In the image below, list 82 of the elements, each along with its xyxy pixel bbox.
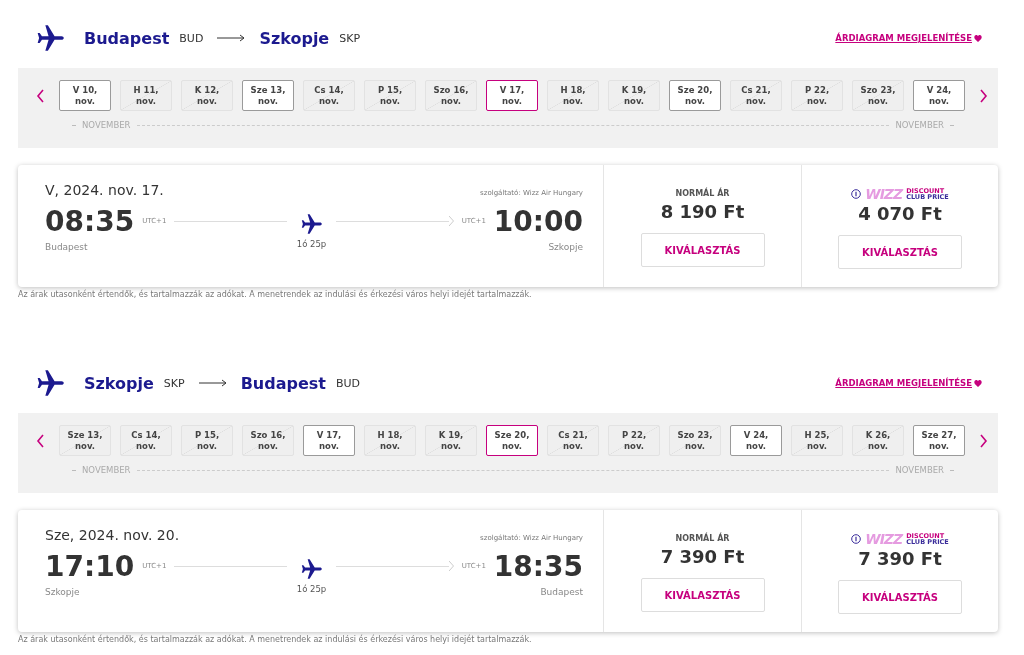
date-tab[interactable]: P 15, nov. [364,80,416,111]
date-tab[interactable]: K 26, nov. [852,425,904,456]
brand-logo: WIZZ [865,531,903,547]
arrowhead-icon [448,561,454,571]
date-tab[interactable]: K 19, nov. [608,80,660,111]
date-tab[interactable]: Cs 14, nov. [303,80,355,111]
date-tab[interactable]: P 15, nov. [181,425,233,456]
price-chart-link[interactable]: ÁRDIAGRAM MEGJELENÍTÉSE [835,33,972,43]
fare-price: 8 190 Ft [660,201,745,222]
airport-code: BUD [179,31,204,45]
airport-code: SKP [163,376,185,390]
chevron-right-icon[interactable] [979,433,988,448]
flight-duration: 1ó 25p [296,584,327,594]
date-tab[interactable]: H 25, nov. [791,425,843,456]
arrow-icon [217,34,246,42]
destination-city: Budapest [240,373,326,393]
origin-city: Szkopje [84,373,154,393]
departure-time: 08:35 [45,204,135,238]
date-tab[interactable]: V 10, nov. [59,80,111,111]
select-button[interactable]: KIVÁLASZTÁS [838,235,962,269]
date-tab[interactable]: Sze 20, nov. [486,425,538,456]
date-tab[interactable]: Sze 27, nov. [913,425,965,456]
date-tab[interactable]: Szo 16, nov. [242,425,294,456]
date-tab[interactable]: V 24, nov. [730,425,782,456]
chevron-left-icon[interactable] [36,433,45,448]
date-tab[interactable]: H 18, nov. [547,80,599,111]
departure-city: Budapest [45,242,88,252]
month-label: NOVEMBER [895,465,944,475]
price-note: Az árak utasonként értendők, és tartalmazzák az adókat. A menetrendek az indulási és érkezési város helyi idejét tartalmazzák. [18,635,533,644]
date-tab[interactable]: Sze 20, nov. [669,80,721,111]
flight-date: V, 2024. nov. 17. [45,182,164,198]
info-icon[interactable] [851,189,862,199]
info-icon[interactable] [851,534,862,544]
date-tab[interactable]: K 19, nov. [425,425,477,456]
date-tab[interactable]: V 17, nov. [486,80,538,111]
date-tab[interactable]: P 22, nov. [791,80,843,111]
date-tab[interactable]: V 17, nov. [303,425,355,456]
arrival-time: 10:00 [493,204,583,238]
departure-city: Szkopje [45,587,80,597]
date-tab[interactable]: Szo 16, nov. [425,80,477,111]
date-tab[interactable]: Cs 21, nov. [547,425,599,456]
fare-label: NORMÁL ÁR [675,534,730,545]
arrow-icon [198,379,227,387]
date-tab[interactable]: K 12, nov. [181,80,233,111]
fare-price: 7 390 Ft [858,548,942,569]
date-tab[interactable]: Cs 21, nov. [730,80,782,111]
price-chart-link[interactable]: ÁRDIAGRAM MEGJELENÍTÉSE [835,378,972,388]
select-button[interactable]: KIVÁLASZTÁS [640,578,765,612]
month-label: NOVEMBER [82,465,131,475]
departure-time: 17:10 [45,549,135,583]
date-tab[interactable]: H 18, nov. [364,425,416,456]
flight-date: Sze, 2024. nov. 20. [45,527,180,543]
airport-code: SKP [339,31,361,45]
arrival-city: Budapest [540,587,583,597]
heart-icon [974,34,982,42]
fare-label: NORMÁL ÁR [675,189,730,200]
date-tab[interactable]: P 22, nov. [608,425,660,456]
date-tab[interactable]: H 11, nov. [120,80,172,111]
fare-price: 4 070 Ft [858,203,942,224]
date-tab[interactable]: Szo 23, nov. [669,425,721,456]
brand-logo: WIZZ [865,186,903,202]
select-button[interactable]: KIVÁLASZTÁS [640,233,765,267]
arrival-city: Szkopje [548,242,583,252]
destination-city: Szkopje [259,28,330,48]
date-tab[interactable]: Szo 23, nov. [852,80,904,111]
arrowhead-icon [448,216,454,226]
arrival-time: 18:35 [493,549,583,583]
fare-price: 7 390 Ft [660,546,745,567]
month-label: NOVEMBER [895,120,944,130]
price-note: Az árak utasonként értendők, és tartalmazzák az adókat. A menetrendek az indulási és érkezési város helyi idejét tartalmazzák. [18,290,533,299]
flight-duration: 1ó 25p [296,239,327,249]
chevron-left-icon[interactable] [36,88,45,103]
month-label: NOVEMBER [82,120,131,130]
origin-city: Budapest [84,28,170,48]
date-tab[interactable]: Sze 13, nov. [242,80,294,111]
airport-code: BUD [336,376,361,390]
heart-icon [974,379,982,387]
date-tab[interactable]: Cs 14, nov. [120,425,172,456]
date-tab[interactable]: V 24, nov. [913,80,965,111]
chevron-right-icon[interactable] [979,88,988,103]
date-tab[interactable]: Sze 13, nov. [59,425,111,456]
select-button[interactable]: KIVÁLASZTÁS [838,580,962,614]
